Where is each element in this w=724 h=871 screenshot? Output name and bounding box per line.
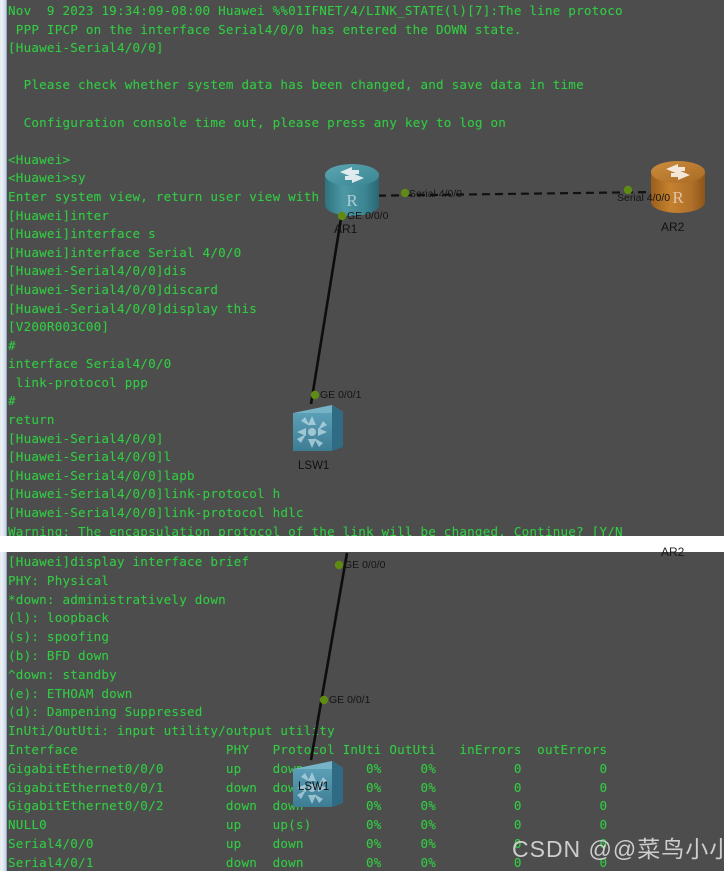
console-top-text: Nov 9 2023 19:34:09-08:00 Huawei %%01IFN… bbox=[8, 3, 623, 536]
cli-console-bottom-window[interactable]: [Huawei]display interface brief PHY: Phy… bbox=[0, 552, 724, 871]
scrollbar-thumb[interactable] bbox=[1, 0, 6, 536]
screenshot-root: Nov 9 2023 19:34:09-08:00 Huawei %%01IFN… bbox=[0, 0, 724, 871]
scrollbar-bottom-console[interactable] bbox=[0, 552, 7, 871]
scrollbar-top-console[interactable] bbox=[0, 0, 7, 536]
console-bottom-surface[interactable]: [Huawei]display interface brief PHY: Phy… bbox=[7, 552, 724, 871]
console-bottom-text: [Huawei]display interface brief PHY: Phy… bbox=[8, 554, 608, 870]
csdn-watermark: CSDN @@菜鸟小小 bbox=[512, 836, 724, 862]
cli-console-top-window[interactable]: Nov 9 2023 19:34:09-08:00 Huawei %%01IFN… bbox=[0, 0, 724, 536]
console-top-surface[interactable]: Nov 9 2023 19:34:09-08:00 Huawei %%01IFN… bbox=[7, 0, 724, 536]
scrollbar-thumb[interactable] bbox=[1, 552, 6, 871]
